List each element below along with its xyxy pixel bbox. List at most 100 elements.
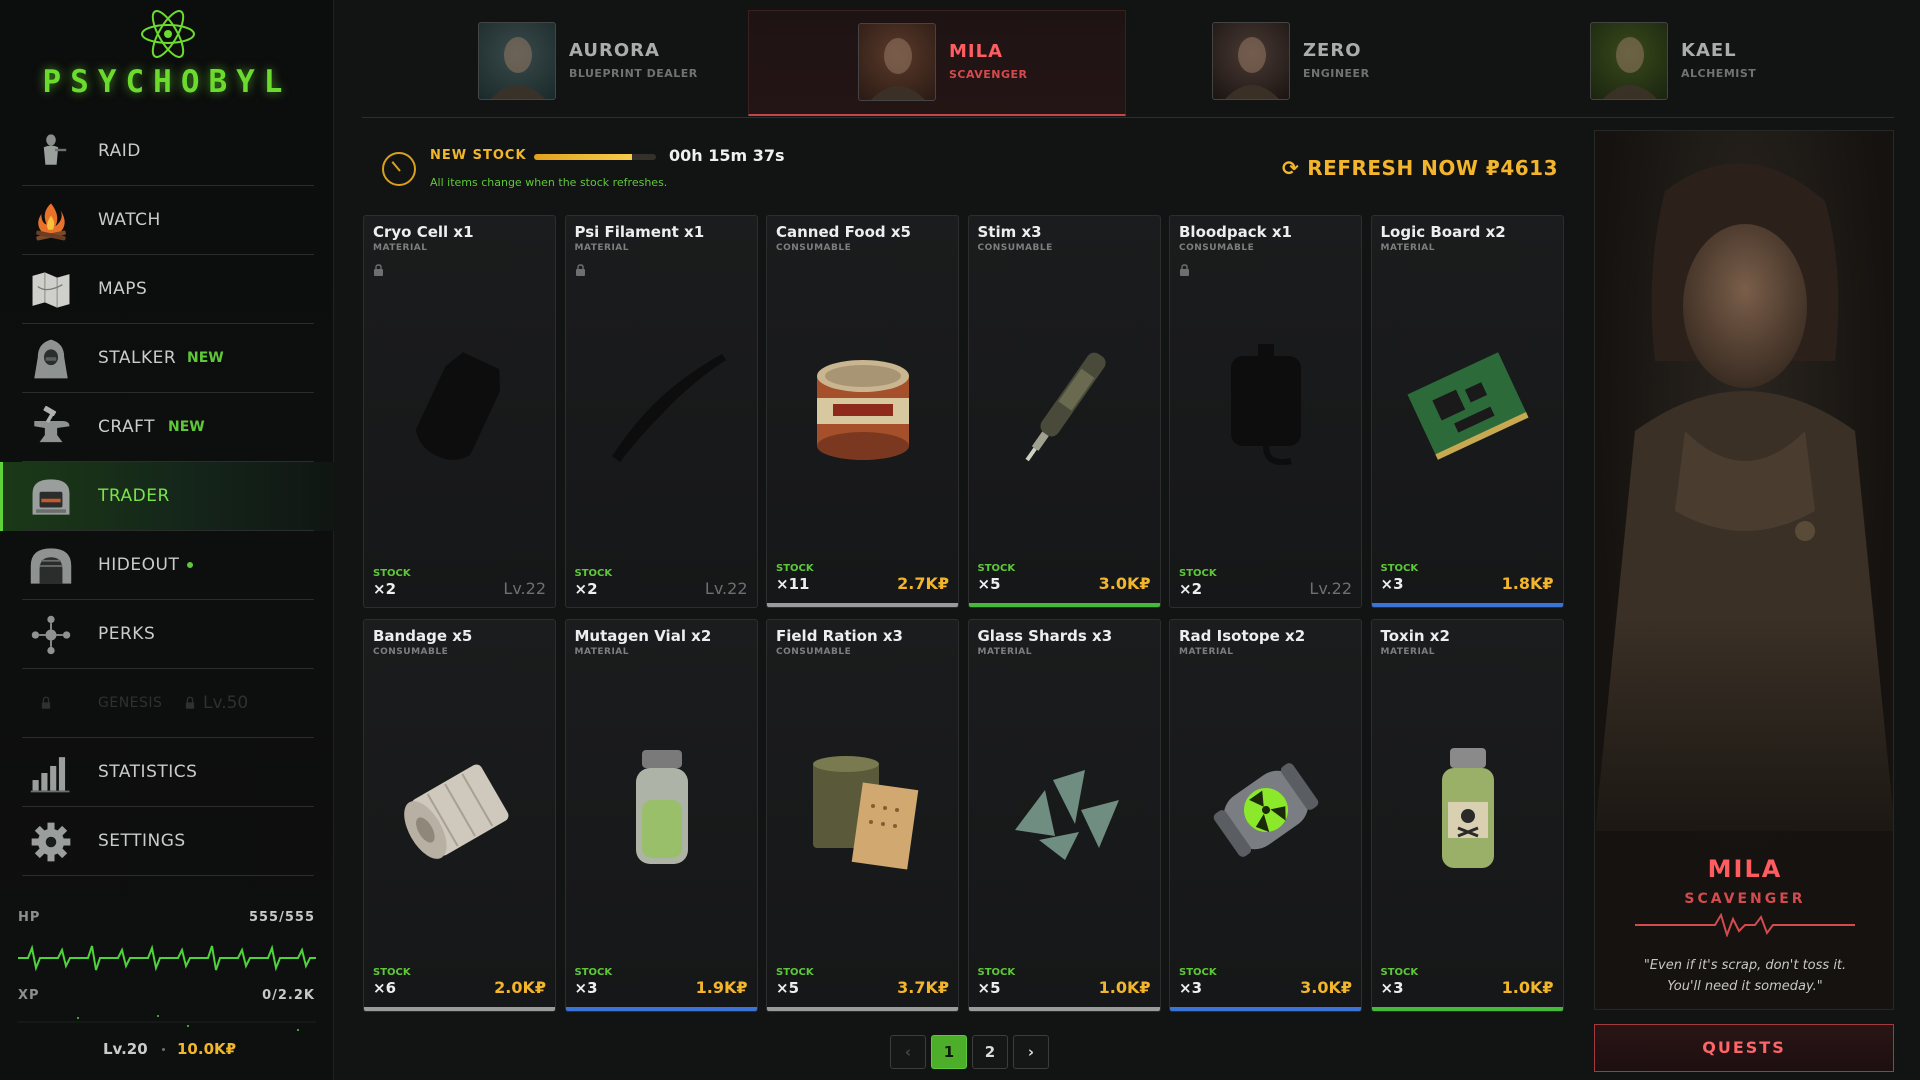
nav-item-watch[interactable]: WATCH	[0, 186, 334, 255]
item-name: Bloodpack x1	[1179, 223, 1292, 241]
prev-page-button[interactable]: ‹	[890, 1035, 926, 1069]
nav-item-raid[interactable]: RAID	[0, 117, 334, 186]
rarity-bar	[767, 1007, 958, 1011]
refresh-icon: ⟳	[1281, 156, 1300, 180]
canned-food-icon	[793, 336, 933, 476]
stock-count: ×5	[977, 979, 1001, 997]
trader-tab-zero[interactable]: ZERO ENGINEER	[1126, 10, 1504, 116]
trader-tabs: AURORA BLUEPRINT DEALER MILA SCAVENGER Z…	[362, 0, 1894, 118]
psi-filament-icon	[592, 336, 732, 476]
item-name: Logic Board x2	[1380, 223, 1506, 241]
item-name: Glass Shards x3	[977, 627, 1113, 645]
page-button-1[interactable]: 1	[931, 1035, 967, 1069]
rarity-bar	[1371, 1007, 1563, 1011]
campfire-icon	[26, 197, 76, 245]
item-card[interactable]: Cryo Cell x1 MATERIAL STOCK ×2 Lv.22	[363, 215, 556, 608]
item-name: Bandage x5	[373, 627, 473, 645]
bunker-icon	[26, 542, 76, 590]
nav-item-craft[interactable]: CRAFT NEW	[0, 393, 334, 462]
stock-count: ×6	[373, 979, 397, 997]
item-card[interactable]: Toxin x2 MATERIAL STOCK ×3 1.0K₽	[1370, 619, 1564, 1012]
restock-timer: 00h 15m 37s	[669, 146, 785, 165]
restock-progress-bar	[534, 154, 656, 160]
stock-count: ×2	[373, 580, 397, 598]
item-card[interactable]: Stim x3 CONSUMABLE STOCK ×5 3.0K₽	[967, 215, 1161, 608]
bar-chart-icon	[26, 749, 76, 797]
bloodpack-icon	[1196, 336, 1336, 476]
item-name: Field Ration x3	[776, 627, 903, 645]
lock-icon	[38, 695, 54, 711]
footer-separator	[162, 1048, 165, 1051]
player-level: Lv.20	[103, 1040, 148, 1058]
stock-status-bar: NEW STOCK 00h 15m 37s All items change w…	[362, 130, 1558, 206]
trader-quote-line1: "Even if it's scrap, don't toss it.	[1643, 958, 1847, 973]
game-logo: PSYCHOBYL	[0, 0, 334, 110]
item-card[interactable]: Rad Isotope x2 MATERIAL STOCK ×3 3.0K₽	[1169, 619, 1362, 1012]
nav-item-perks[interactable]: PERKS	[0, 600, 334, 669]
trader-tab-mila[interactable]: MILA SCAVENGER	[748, 10, 1126, 116]
item-category: MATERIAL	[574, 243, 629, 253]
nav-label-genesis: GENESIS	[98, 695, 163, 711]
anvil-icon	[26, 404, 76, 452]
quests-button[interactable]: QUESTS	[1594, 1024, 1894, 1072]
required-level: Lv.22	[503, 579, 546, 598]
lock-icon	[1180, 264, 1189, 276]
atom-icon	[141, 10, 195, 58]
player-vitals: HP 555/555	[18, 910, 318, 930]
trader-tab-aurora[interactable]: AURORA BLUEPRINT DEALER	[392, 10, 770, 116]
nav-item-maps[interactable]: MAPS	[0, 255, 334, 324]
nav-label-settings: SETTINGS	[98, 831, 186, 851]
nav-item-hideout[interactable]: HIDEOUT	[0, 531, 334, 600]
item-card[interactable]: Psi Filament x1 MATERIAL STOCK ×2 Lv.22	[564, 215, 758, 608]
item-card[interactable]: Bandage x5 CONSUMABLE STOCK ×6 2.0K₽	[363, 619, 556, 1012]
nav-item-settings[interactable]: SETTINGS	[0, 807, 334, 876]
item-price: 3.7K₽	[897, 978, 949, 997]
field-ration-icon	[793, 740, 933, 880]
item-grid: Cryo Cell x1 MATERIAL STOCK ×2 Lv.22 Psi …	[363, 215, 1567, 1013]
notification-dot	[187, 562, 193, 568]
item-name: Stim x3	[977, 223, 1042, 241]
rad-isotope-icon	[1196, 740, 1336, 880]
next-page-button[interactable]: ›	[1013, 1035, 1049, 1069]
item-category: CONSUMABLE	[776, 647, 852, 657]
item-card[interactable]: Mutagen Vial x2 MATERIAL STOCK ×3 1.9K₽	[564, 619, 758, 1012]
page-button-2[interactable]: 2	[972, 1035, 1008, 1069]
cryo-cell-icon	[390, 336, 530, 476]
trader-quote: "Even if it's scrap, don't toss it. You'…	[1615, 955, 1875, 997]
refresh-now-button[interactable]: ⟳ REFRESH NOW ₽4613	[1282, 156, 1558, 180]
trader-name: MILA	[1707, 855, 1783, 883]
item-card[interactable]: Field Ration x3 CONSUMABLE STOCK ×5 3.7K₽	[766, 619, 959, 1012]
item-category: CONSUMABLE	[776, 243, 852, 253]
stock-label: STOCK	[1380, 967, 1419, 978]
xp-value: 0/2.2K	[262, 988, 315, 1003]
item-card[interactable]: Glass Shards x3 MATERIAL STOCK ×5 1.0K₽	[967, 619, 1161, 1012]
hp-row: HP 555/555	[18, 910, 318, 930]
nav-item-statistics[interactable]: STATISTICS	[0, 738, 334, 807]
item-card[interactable]: Logic Board x2 MATERIAL STOCK ×3 1.8K₽	[1370, 215, 1564, 608]
trader-tab-name: KAEL	[1681, 40, 1737, 61]
nav-label-watch: WATCH	[98, 210, 161, 230]
trader-avatar-mila	[858, 23, 936, 101]
trader-screen: PSYCHOBYL RAID WATCH MAPS STALKER NEW CRAFT NE…	[0, 0, 1920, 1080]
item-category: MATERIAL	[1380, 243, 1435, 253]
rarity-bar	[364, 1007, 555, 1011]
refresh-now-label: REFRESH NOW ₽4613	[1307, 156, 1558, 180]
nav-item-stalker[interactable]: STALKER NEW	[0, 324, 334, 393]
stim-syringe-icon	[995, 336, 1135, 476]
nav-badge-craft: NEW	[168, 419, 205, 435]
item-card[interactable]: Canned Food x5 CONSUMABLE STOCK ×11 2.7K₽	[766, 215, 959, 608]
stock-count: ×2	[574, 580, 598, 598]
heartbeat-line-icon	[18, 944, 316, 972]
toxin-bottle-icon	[1398, 740, 1538, 880]
nav-separator	[22, 875, 314, 876]
item-card[interactable]: Bloodpack x1 CONSUMABLE STOCK ×2 Lv.22	[1169, 215, 1362, 608]
nav-item-trader[interactable]: TRADER	[0, 462, 334, 531]
trader-tab-name: MILA	[949, 41, 1004, 62]
xp-track	[18, 1015, 316, 1031]
sidebar: PSYCHOBYL RAID WATCH MAPS STALKER NEW CRAFT NE…	[0, 0, 334, 1080]
trader-tab-kael[interactable]: KAEL ALCHEMIST	[1504, 10, 1882, 116]
item-price: 3.0K₽	[1098, 574, 1151, 593]
item-price: 2.7K₽	[897, 574, 949, 593]
hp-label: HP	[18, 910, 41, 925]
trader-tab-role: SCAVENGER	[949, 68, 1028, 81]
